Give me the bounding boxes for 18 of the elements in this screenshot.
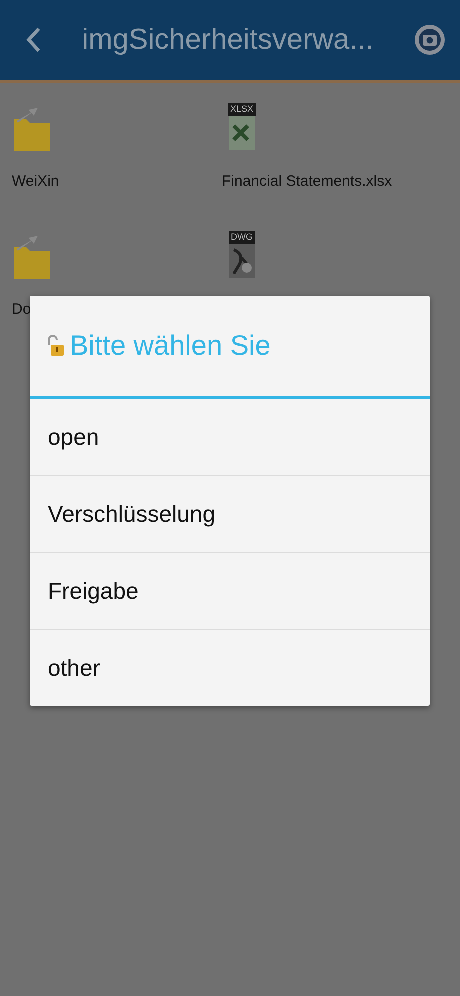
- file-name[interactable]: Financial Statements.xlsx: [222, 173, 392, 190]
- spreadsheet-file-icon: [229, 116, 255, 150]
- menu-option[interactable]: Verschlüsselung: [30, 475, 430, 552]
- menu-option[interactable]: Freigabe: [30, 552, 430, 629]
- camera-button[interactable]: [414, 24, 446, 56]
- menu-option[interactable]: open: [30, 399, 430, 475]
- file-type-label: DWG: [229, 231, 255, 244]
- camera-icon: [414, 24, 446, 56]
- file-type-label: XLSX: [228, 103, 256, 116]
- back-button[interactable]: [26, 27, 42, 53]
- screen-title: imgSicherheitsverwa...: [81, 24, 375, 56]
- file-name[interactable]: Do: [12, 301, 32, 318]
- dialog-title: Bitte wählen Sie: [70, 330, 271, 362]
- padlock-icon: [46, 334, 66, 358]
- file-name[interactable]: WeiXin: [12, 173, 60, 190]
- back-icon: [26, 27, 42, 53]
- drawing-file-icon: [229, 244, 255, 278]
- menu-option[interactable]: other: [30, 629, 430, 706]
